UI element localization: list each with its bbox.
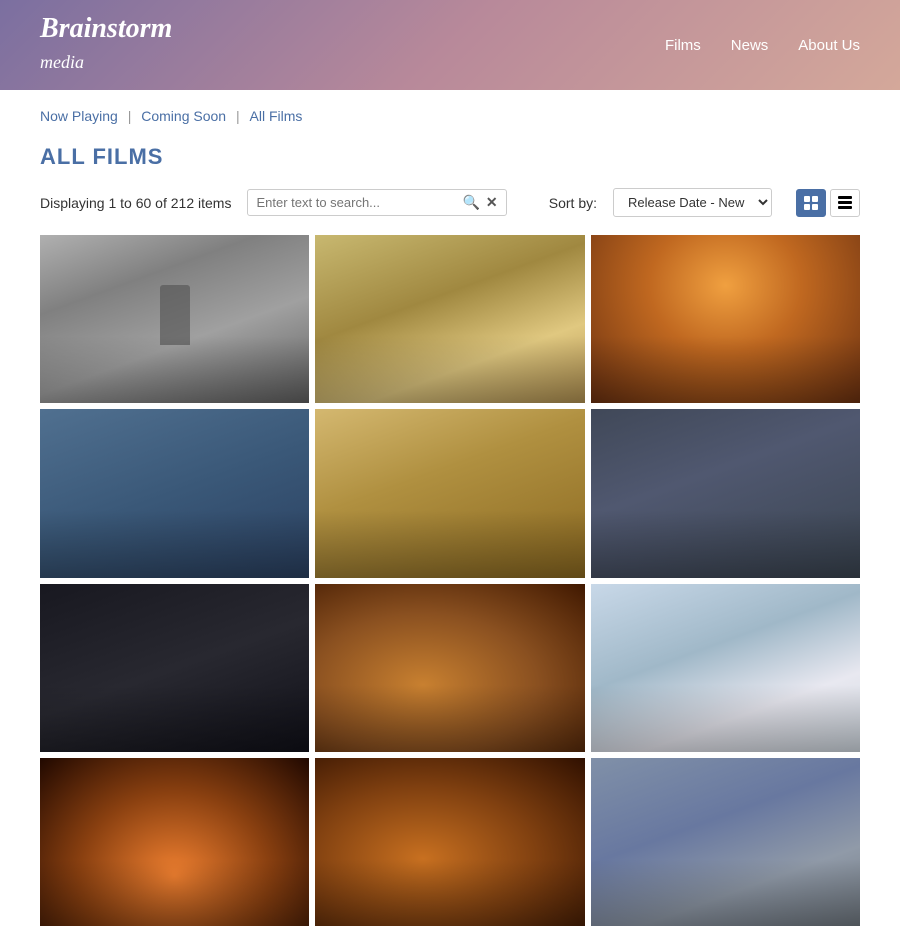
film-card[interactable] <box>591 235 860 403</box>
search-wrapper: 🔍 ✕ <box>247 189 506 216</box>
film-card[interactable] <box>591 758 860 926</box>
film-card[interactable] <box>591 409 860 577</box>
breadcrumb-all-films[interactable]: All Films <box>250 108 303 124</box>
film-card[interactable] <box>40 758 309 926</box>
sort-select[interactable]: Release Date - New Release Date - Old Ti… <box>613 188 772 217</box>
film-card[interactable] <box>315 584 584 752</box>
film-card[interactable] <box>40 584 309 752</box>
breadcrumb-sep-2: | <box>236 108 244 124</box>
film-grid <box>0 235 900 926</box>
nav-films[interactable]: Films <box>665 37 701 54</box>
view-icons <box>796 189 860 217</box>
breadcrumb-now-playing[interactable]: Now Playing <box>40 108 118 124</box>
clear-icon[interactable]: ✕ <box>486 194 498 211</box>
film-card[interactable] <box>591 584 860 752</box>
film-card[interactable] <box>315 409 584 577</box>
display-count: Displaying 1 to 60 of 212 items <box>40 195 231 211</box>
page-title: ALL FILMS <box>0 134 900 188</box>
controls-bar: Displaying 1 to 60 of 212 items 🔍 ✕ Sort… <box>0 188 900 235</box>
nav-news[interactable]: News <box>731 37 769 54</box>
search-icon[interactable]: 🔍 <box>462 194 479 211</box>
list-view-button[interactable] <box>830 189 860 217</box>
main-nav: Films News About Us <box>665 37 860 54</box>
search-input[interactable] <box>256 195 456 210</box>
grid-view-button[interactable] <box>796 189 826 217</box>
site-header: Brainstormmedia Films News About Us <box>0 0 900 90</box>
film-card[interactable] <box>315 235 584 403</box>
film-card[interactable] <box>315 758 584 926</box>
breadcrumb-sep-1: | <box>128 108 136 124</box>
list-icon <box>838 196 852 209</box>
grid-icon <box>804 196 818 210</box>
breadcrumb: Now Playing | Coming Soon | All Films <box>0 90 900 134</box>
site-logo: Brainstormmedia <box>40 14 172 76</box>
film-card[interactable] <box>40 409 309 577</box>
nav-about[interactable]: About Us <box>798 37 860 54</box>
film-card[interactable] <box>40 235 309 403</box>
sort-label: Sort by: <box>549 195 597 211</box>
breadcrumb-coming-soon[interactable]: Coming Soon <box>141 108 226 124</box>
